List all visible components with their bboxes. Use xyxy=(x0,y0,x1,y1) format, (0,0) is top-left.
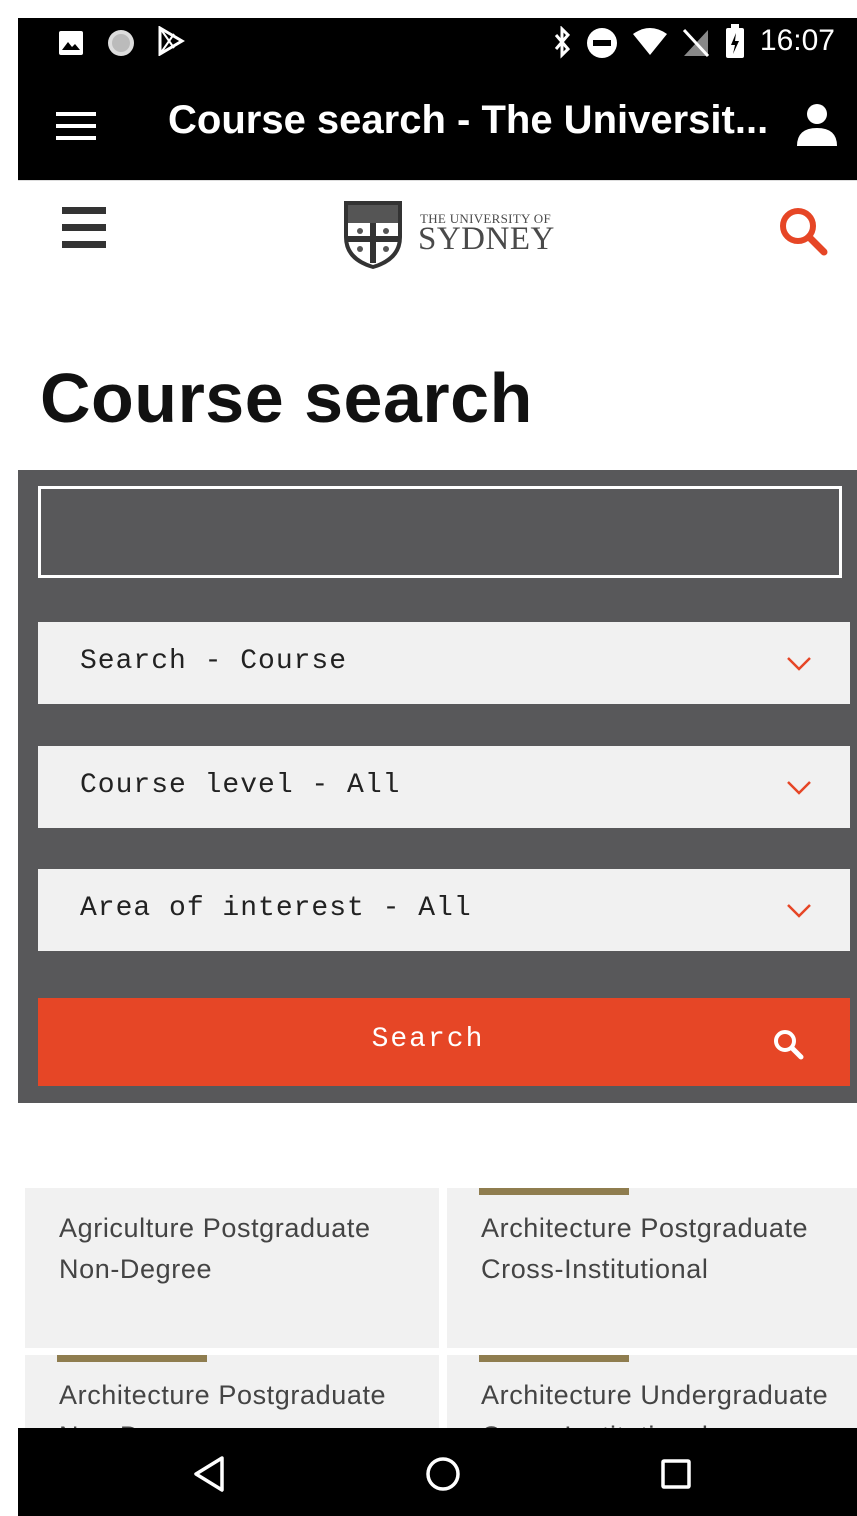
page-title: Course search xyxy=(40,359,533,437)
chevron-down-icon xyxy=(787,657,811,671)
course-result-title: Agriculture Postgraduate Non-Degree xyxy=(59,1213,371,1284)
account-icon[interactable] xyxy=(797,102,837,146)
university-crest-icon[interactable] xyxy=(340,197,406,271)
search-submit-button[interactable]: Search xyxy=(38,998,850,1086)
wifi-icon xyxy=(633,28,667,55)
system-navigation-bar xyxy=(18,1428,857,1516)
battery-charging-icon xyxy=(726,24,744,58)
search-icon xyxy=(774,1030,804,1060)
do-not-disturb-icon xyxy=(587,28,617,58)
chevron-down-icon xyxy=(787,904,811,918)
card-accent-bar xyxy=(479,1355,629,1362)
area-of-interest-select[interactable]: Area of interest - All xyxy=(38,869,850,951)
keyword-search-input[interactable] xyxy=(38,486,842,578)
app-notification-icon xyxy=(108,30,134,56)
course-level-select[interactable]: Course level - All xyxy=(38,746,850,828)
browser-app-bar: Course search - The Universit... xyxy=(18,72,857,180)
play-store-icon xyxy=(158,26,185,56)
recents-icon[interactable] xyxy=(654,1452,698,1496)
area-of-interest-value: Area of interest - All xyxy=(80,893,472,924)
course-level-value: Course level - All xyxy=(80,770,401,801)
course-result-card[interactable]: Architecture Postgraduate Cross-Institut… xyxy=(447,1188,857,1348)
course-search-panel: Search - Course Course level - All Area … xyxy=(18,470,857,1103)
card-accent-bar xyxy=(479,1188,629,1195)
search-button-label: Search xyxy=(371,1024,485,1055)
image-notification-icon xyxy=(59,31,83,55)
course-result-title: Architecture Postgraduate Cross-Institut… xyxy=(481,1213,809,1284)
drawer-menu-icon[interactable] xyxy=(56,110,96,142)
card-accent-bar xyxy=(57,1355,207,1362)
status-bar: 16:07 xyxy=(18,18,857,72)
home-icon[interactable] xyxy=(421,1452,465,1496)
clock: 16:07 xyxy=(759,24,835,57)
site-header: THE UNIVERSITY OF SYDNEY xyxy=(18,180,857,291)
device-screen: 16:07 Course search - The Universit... T… xyxy=(18,18,857,1516)
chevron-down-icon xyxy=(787,781,811,795)
search-type-select[interactable]: Search - Course xyxy=(38,622,850,704)
course-result-card[interactable]: Agriculture Postgraduate Non-Degree xyxy=(25,1188,439,1348)
bluetooth-icon xyxy=(554,26,571,59)
site-menu-icon[interactable] xyxy=(62,205,106,251)
search-type-value: Search - Course xyxy=(80,646,348,677)
site-search-icon[interactable] xyxy=(777,205,829,257)
no-sim-signal-icon xyxy=(682,28,710,58)
logo-wordmark[interactable]: SYDNEY xyxy=(418,221,555,258)
back-icon[interactable] xyxy=(188,1452,232,1496)
page-tab-title: Course search - The Universit... xyxy=(168,98,768,142)
